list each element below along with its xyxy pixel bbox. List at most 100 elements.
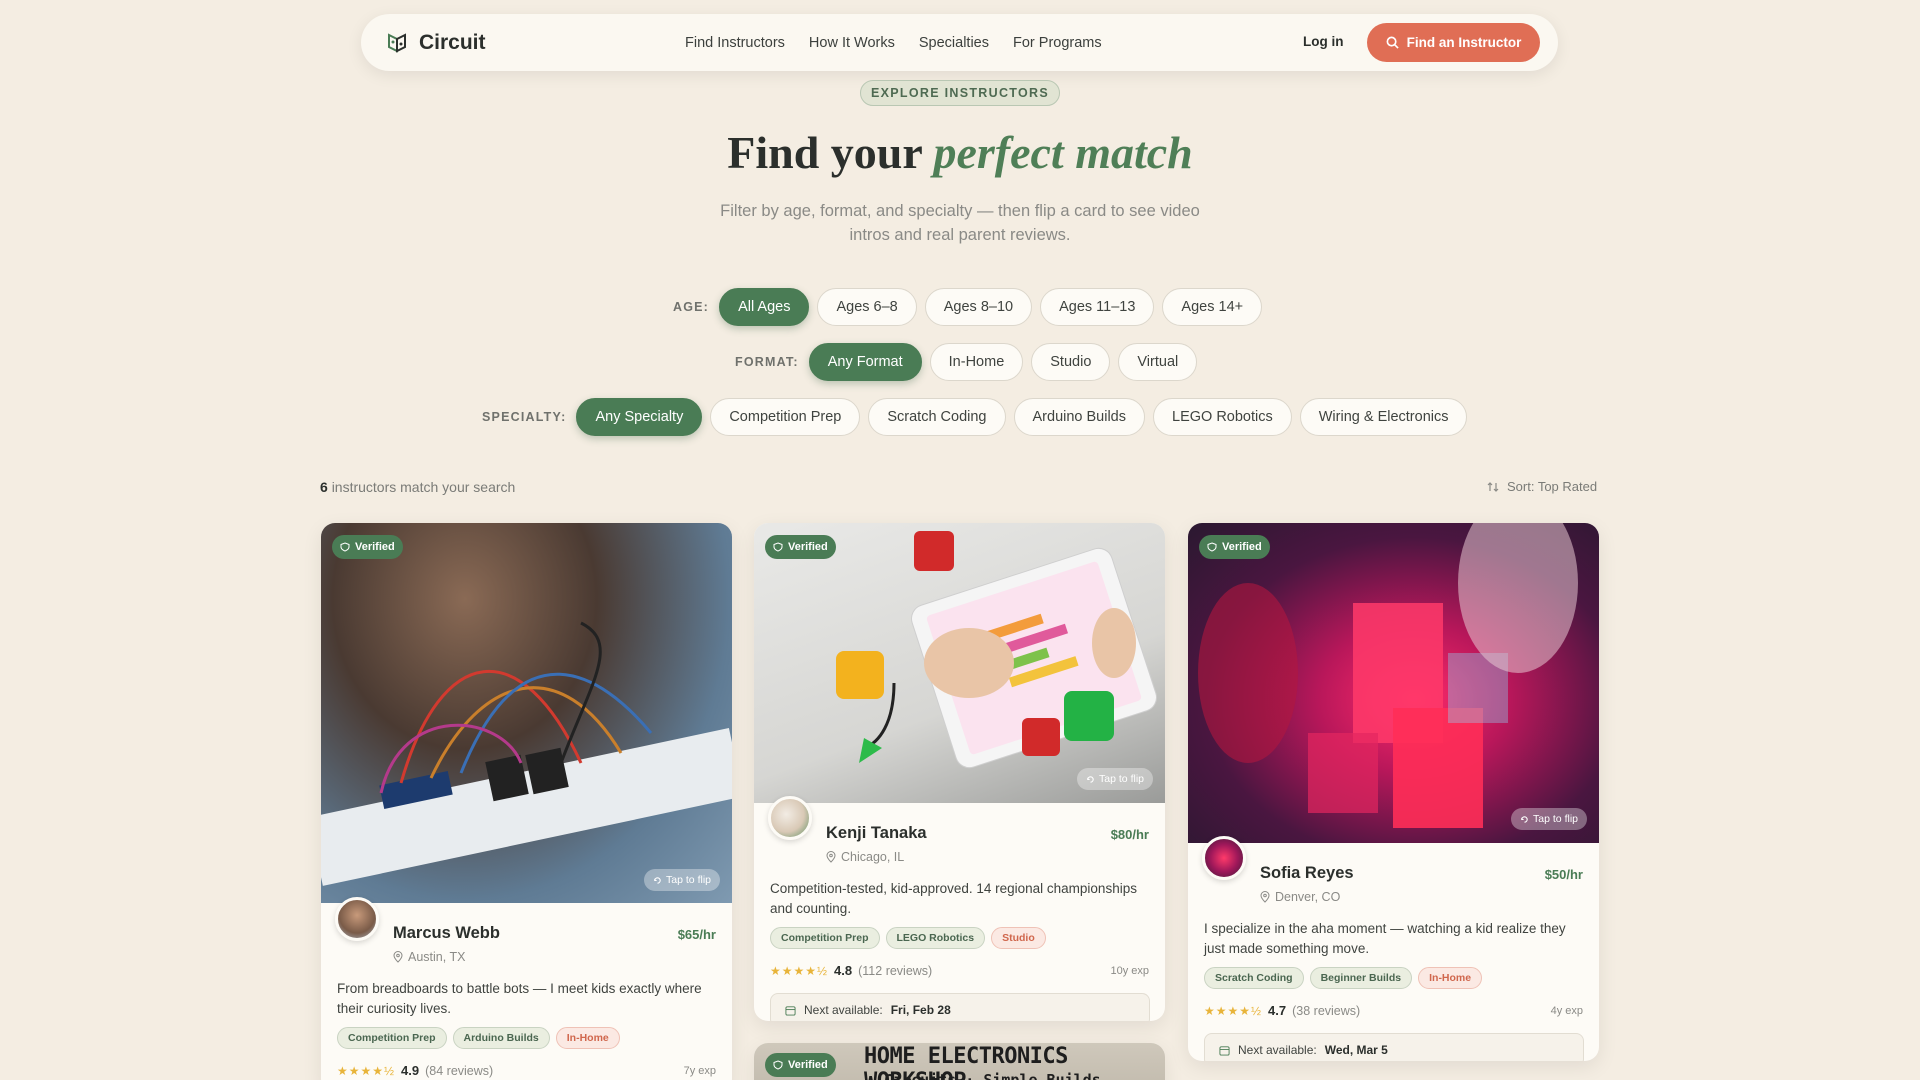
tag-in-home: In-Home [555,1027,620,1049]
page-title: Find your perfect match [0,126,1920,179]
chip-ages-6-8[interactable]: Ages 6–8 [817,288,917,326]
chip-any-format[interactable]: Any Format [808,343,922,381]
review-count: (112 reviews) [858,963,933,978]
brand[interactable]: Circuit [385,14,486,71]
chip-competition-prep[interactable]: Competition Prep [710,398,861,436]
location-text: Chicago, IL [841,850,905,864]
rating: ★★★★½ 4.9 (84 reviews) [337,1063,493,1078]
page-subtitle: Filter by age, format, and specialty — t… [720,202,1200,244]
location: Austin, TX [393,950,465,964]
shield-check-icon [773,542,783,552]
flip-label: Tap to flip [666,874,711,886]
tag-beginner-builds: Beginner Builds [1309,967,1413,989]
hourly-rate: $65/hr [677,927,716,942]
avatar [768,796,812,840]
flip-icon [1087,775,1094,783]
chip-lego-robotics[interactable]: LEGO Robotics [1153,398,1292,436]
chip-ages-14-plus[interactable]: Ages 14+ [1162,288,1263,326]
workshop-banner-sub: Circuits · Simple Builds [884,1071,1101,1080]
map-pin-icon [1260,891,1270,903]
instructor-bio: From breadboards to battle bots — I meet… [337,981,702,1016]
flip-card-button[interactable]: Tap to flip [1511,808,1587,830]
chip-any-specialty[interactable]: Any Specialty [576,398,703,436]
chip-in-home[interactable]: In-Home [929,343,1024,381]
instructor-card-marcus-webb[interactable]: Verified Tap to flip Marcus Webb $65/hr … [321,523,732,1080]
next-available: Next available: Wed, Mar 5 [1204,1033,1584,1061]
hourly-rate: $80/hr [1110,827,1149,842]
results-count-number: 6 [320,479,328,495]
chip-ages-11-13[interactable]: Ages 11–13 [1040,288,1155,326]
breadboard-photo-illustration [321,621,732,886]
calendar-icon [785,1005,796,1016]
chip-arduino-builds[interactable]: Arduino Builds [1013,398,1145,436]
chip-virtual[interactable]: Virtual [1118,343,1198,381]
calendar-icon [1219,1045,1230,1056]
rating: ★★★★½ 4.8 (112 reviews) [770,963,932,978]
hourly-rate: $50/hr [1544,867,1583,882]
login-link[interactable]: Log in [1303,34,1344,49]
verified-badge: Verified [1199,535,1270,559]
format-filter-label: FORMAT: [735,355,799,369]
instructor-card-kenji-tanaka[interactable]: Verified Tap to flip Kenji Tanaka $80/hr… [754,523,1165,1021]
experience: 7y exp [683,1065,716,1077]
instructor-photo: Verified Tap to flip [321,523,732,903]
specialty-tags: Scratch Coding Beginner Builds In-Home [1204,967,1483,989]
nav-link-find-instructors[interactable]: Find Instructors [685,35,785,51]
instructor-card-sofia-reyes[interactable]: Verified Tap to flip Sofia Reyes $50/hr … [1188,523,1599,1061]
rating-value: 4.9 [401,1063,420,1078]
sort-arrows-icon [1487,481,1499,492]
experience: 4y exp [1550,1005,1583,1017]
rating-value: 4.8 [834,963,853,978]
specialty-tags: Competition Prep Arduino Builds In-Home [337,1027,620,1049]
flip-label: Tap to flip [1533,813,1578,825]
nav-link-specialties[interactable]: Specialties [919,35,989,51]
tag-scratch-coding: Scratch Coding [1204,967,1304,989]
instructor-name: Kenji Tanaka [826,824,927,842]
location-text: Austin, TX [408,950,466,964]
age-filter-label: AGE: [673,300,710,314]
chip-all-ages[interactable]: All Ages [719,288,810,326]
chip-ages-8-10[interactable]: Ages 8–10 [924,288,1033,326]
find-instructor-button[interactable]: Find an Instructor [1367,23,1540,62]
circuit-logo-icon [388,32,406,53]
flip-card-button[interactable]: Tap to flip [644,869,720,891]
rating: ★★★★½ 4.7 (38 reviews) [1204,1003,1360,1018]
instructor-photo: HOME ELECTRONICS WORKSHOP Circuits · Sim… [754,1043,1165,1080]
instructor-card-workshop[interactable]: HOME ELECTRONICS WORKSHOP Circuits · Sim… [754,1043,1165,1080]
flip-icon [1521,815,1528,823]
map-pin-icon [393,951,403,963]
instructor-photo: Verified Tap to flip [1188,523,1599,843]
map-pin-icon [826,851,836,863]
next-available-date: Wed, Mar 5 [1324,1043,1388,1057]
chip-scratch-coding[interactable]: Scratch Coding [868,398,1006,436]
avatar [1202,836,1246,880]
verified-badge: Verified [765,535,836,559]
verified-label: Verified [788,541,828,553]
next-available-label: Next available: [1238,1043,1317,1057]
format-filter-row: FORMAT: Any Format In-Home Studio Virtua… [735,343,1198,381]
top-nav: Circuit Find Instructors How It Works Sp… [361,14,1558,71]
specialty-filter-label: SPECIALTY: [482,410,567,424]
search-icon [1386,36,1399,49]
instructor-bio: Competition-tested, kid-approved. 14 reg… [770,881,1137,916]
tag-in-home: In-Home [1418,967,1483,989]
brand-name: Circuit [419,30,486,54]
chip-wiring-electronics[interactable]: Wiring & Electronics [1299,398,1468,436]
instructor-bio: I specialize in the aha moment — watchin… [1204,921,1566,956]
location: Denver, CO [1260,890,1340,904]
nav-links: Find Instructors How It Works Specialtie… [685,14,1102,71]
sort-control[interactable]: Sort: Top Rated [1487,479,1597,494]
nav-link-how-it-works[interactable]: How It Works [809,35,895,51]
verified-label: Verified [788,1059,828,1071]
instructor-name: Marcus Webb [393,924,500,942]
shield-check-icon [1207,542,1217,552]
next-available-date: Fri, Feb 28 [890,1003,951,1017]
verified-badge: Verified [332,535,403,559]
chip-studio[interactable]: Studio [1031,343,1111,381]
next-available: Next available: Fri, Feb 28 [770,993,1150,1021]
review-count: (38 reviews) [1292,1003,1361,1018]
location-text: Denver, CO [1275,890,1341,904]
nav-link-for-programs[interactable]: For Programs [1013,35,1102,51]
flip-card-button[interactable]: Tap to flip [1077,768,1153,790]
location: Chicago, IL [826,850,904,864]
